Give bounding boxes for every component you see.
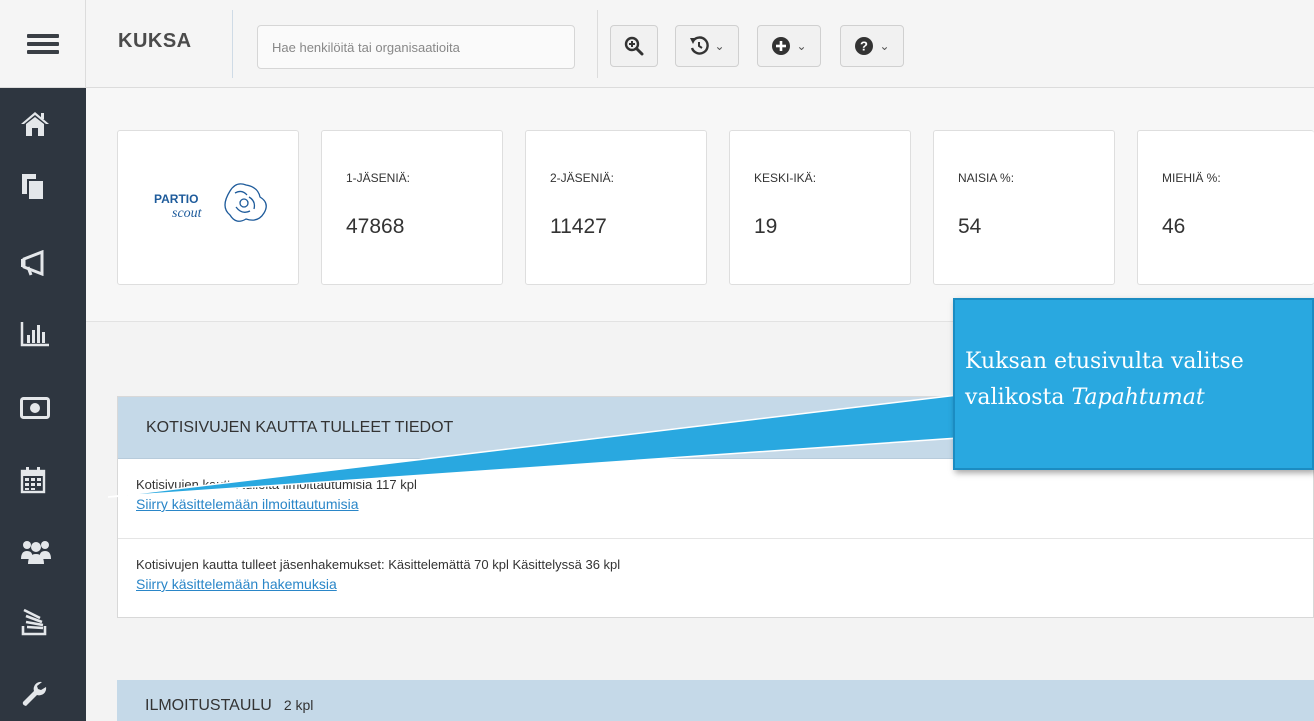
svg-text:PARTIO: PARTIO <box>154 192 198 206</box>
wrench-icon <box>22 681 47 706</box>
home-icon <box>21 112 49 136</box>
applications-text: Kotisivujen kautta tulleet jäsenhakemuks… <box>136 557 621 572</box>
plus-circle-icon <box>772 37 791 55</box>
sidebar-item-events[interactable] <box>0 444 86 516</box>
history-dropdown-button[interactable]: ⌄ <box>675 25 739 67</box>
stat-value: 46 <box>1162 215 1186 238</box>
stat-card-average-age: KESKI-IKÄ: 19 <box>729 130 911 285</box>
calendar-icon <box>20 467 46 494</box>
top-bar: KUKSA ⌄ ⌄ ? ⌄ <box>0 0 1314 88</box>
question-circle-icon: ? <box>855 37 874 55</box>
megaphone-icon <box>21 250 44 276</box>
sidebar <box>0 88 86 721</box>
stat-value: 54 <box>958 215 982 238</box>
stat-value: 11427 <box>550 215 607 238</box>
sidebar-item-courses[interactable] <box>0 586 86 658</box>
notice-board-title: ILMOITUSTAULU <box>145 697 272 714</box>
callout-line-1: Kuksan etusivulta valitse <box>965 349 1244 374</box>
sidebar-item-settings[interactable] <box>0 658 86 721</box>
registrations-text: Kotisivujen kautta tulleita ilmoittautum… <box>136 477 417 492</box>
sidebar-item-billing[interactable] <box>0 372 86 444</box>
stat-label: 2-JÄSENIÄ: <box>550 171 615 185</box>
stat-card-secondary-members: 2-JÄSENIÄ: 11427 <box>525 130 707 285</box>
notice-board-count: 2 kpl <box>283 697 314 713</box>
sidebar-item-announcements[interactable] <box>0 227 86 299</box>
app-title: KUKSA <box>118 30 192 52</box>
list-item: Kotisivujen kautta tulleet jäsenhakemuks… <box>118 539 1313 619</box>
chevron-down-icon: ⌄ <box>796 39 807 53</box>
instruction-callout: Kuksan etusivulta valitse valikosta Tapa… <box>953 298 1314 470</box>
users-icon <box>21 541 51 564</box>
hamburger-icon <box>26 30 59 58</box>
partio-scout-logo: PARTIO scout <box>154 183 267 222</box>
stat-card-women-percent: NAISIA %: 54 <box>933 130 1115 285</box>
organization-logo-card: PARTIO scout <box>117 130 299 285</box>
sidebar-item-members[interactable] <box>0 516 86 588</box>
sidebar-item-reports[interactable] <box>0 298 86 370</box>
divider <box>597 10 598 78</box>
svg-text:?: ? <box>860 39 868 54</box>
money-icon <box>20 397 50 419</box>
help-dropdown-button[interactable]: ? ⌄ <box>840 25 904 67</box>
stat-value: 19 <box>754 215 778 238</box>
courses-icon <box>21 608 47 636</box>
stat-label: 1-JÄSENIÄ: <box>346 171 411 185</box>
process-applications-link[interactable]: Siirry käsittelemään hakemuksia <box>136 576 1313 592</box>
stat-label: KESKI-IKÄ: <box>754 171 817 185</box>
chevron-down-icon: ⌄ <box>879 39 890 53</box>
search-plus-icon <box>624 36 644 56</box>
process-registrations-link[interactable]: Siirry käsittelemään ilmoittautumisia <box>136 496 1313 512</box>
sidebar-item-home[interactable] <box>0 88 86 160</box>
bar-chart-icon <box>20 322 49 347</box>
stat-label: MIEHIÄ %: <box>1162 171 1221 185</box>
documents-icon <box>22 174 45 201</box>
stat-label: NAISIA %: <box>958 171 1015 185</box>
history-icon <box>690 36 710 55</box>
sidebar-item-documents[interactable] <box>0 151 86 223</box>
list-item: Kotisivujen kautta tulleita ilmoittautum… <box>118 459 1313 539</box>
search-input[interactable] <box>257 25 575 69</box>
stat-card-men-percent: MIEHIÄ %: 46 <box>1137 130 1314 285</box>
divider <box>232 10 233 78</box>
callout-line-2: valikosta Tapahtumat <box>965 385 1205 410</box>
chevron-down-icon: ⌄ <box>714 39 725 53</box>
stat-value: 47868 <box>346 215 405 238</box>
svg-text:scout: scout <box>172 206 203 221</box>
add-new-dropdown-button[interactable]: ⌄ <box>757 25 821 67</box>
callout-emphasis: Tapahtumat <box>1071 385 1205 410</box>
notice-board-header[interactable]: ILMOITUSTAULU 2 kpl <box>117 680 1314 721</box>
stat-card-primary-members: 1-JÄSENIÄ: 47868 <box>321 130 503 285</box>
advanced-search-button[interactable] <box>610 25 658 67</box>
menu-toggle-button[interactable] <box>0 0 86 88</box>
